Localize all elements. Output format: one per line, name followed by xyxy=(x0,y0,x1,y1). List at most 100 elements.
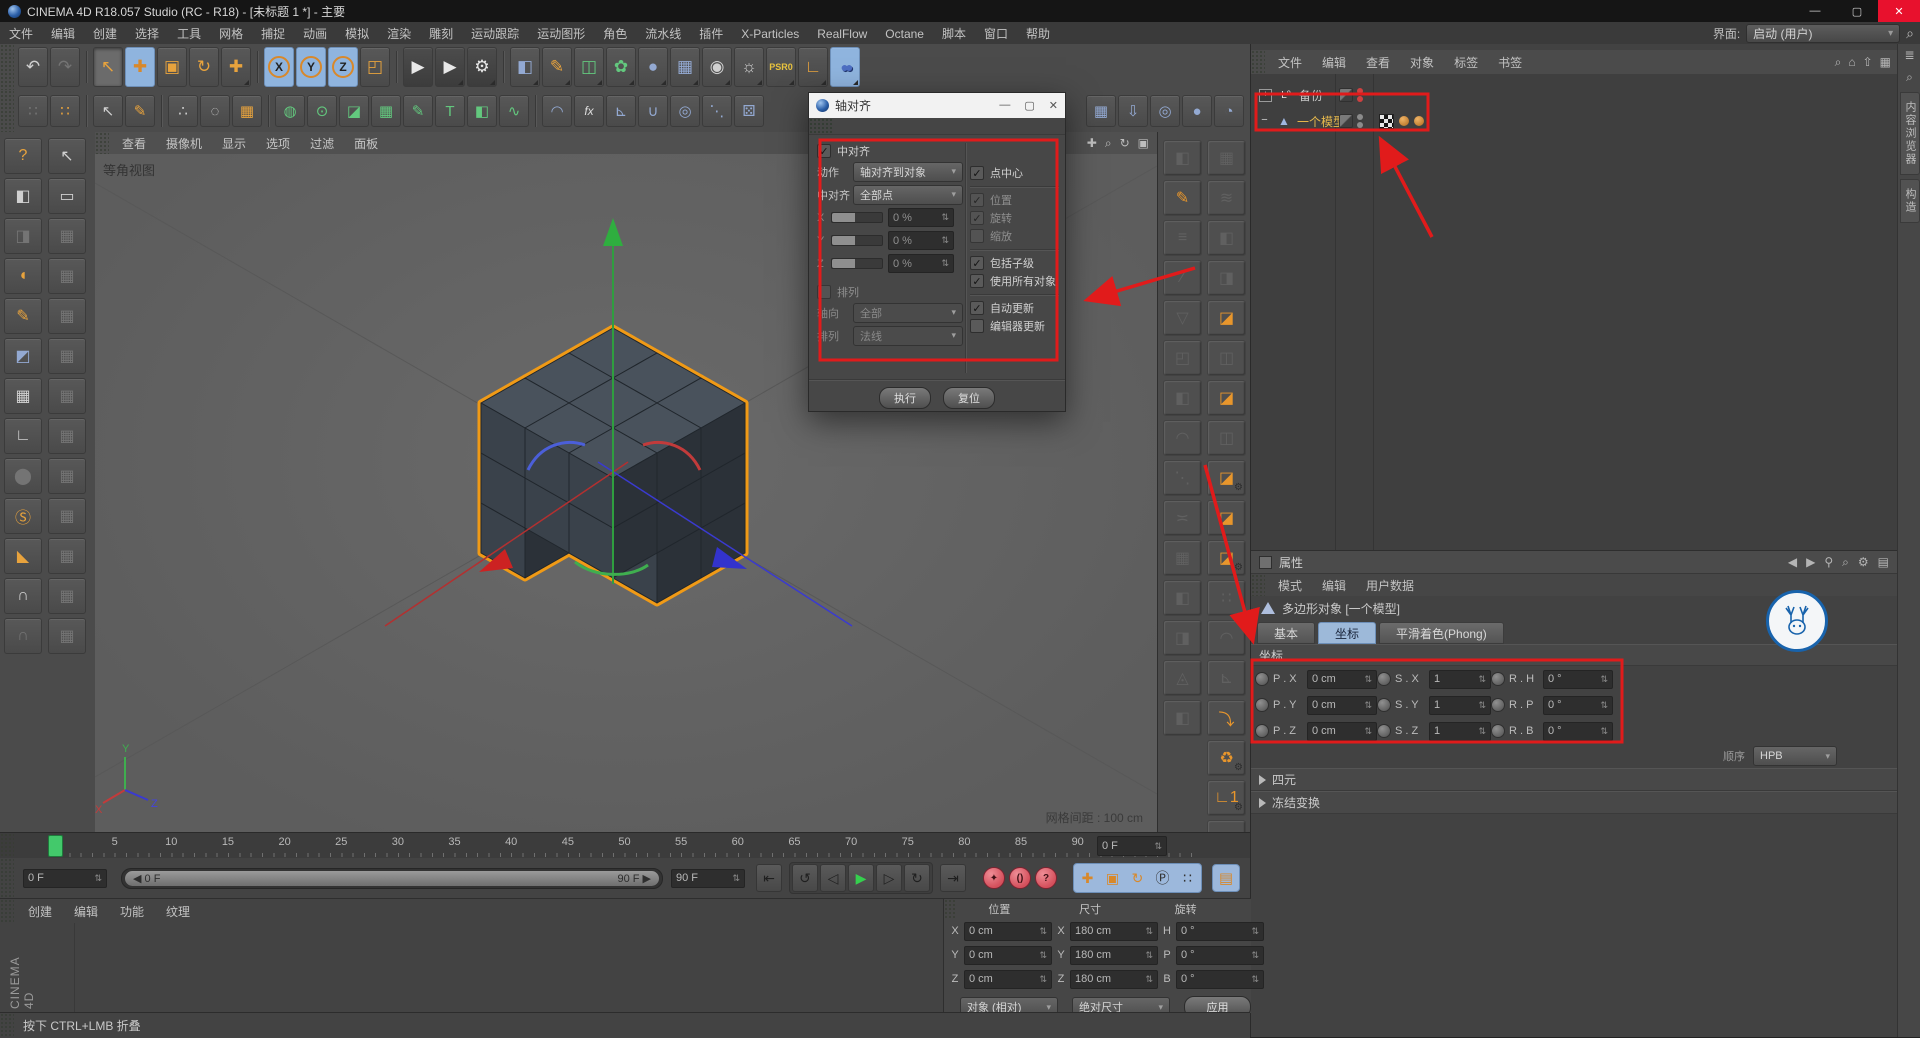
grid-tool-icon-1[interactable]: ▦ xyxy=(48,218,86,254)
object-name[interactable]: 备份 xyxy=(1299,87,1323,104)
rings-icon[interactable]: ◎ xyxy=(670,95,700,127)
search-side-icon[interactable]: ⌕ xyxy=(1898,66,1920,88)
bend-icon[interactable]: ◠ xyxy=(542,95,572,127)
material-menu-item[interactable]: 纹理 xyxy=(155,903,201,920)
swirl-icon[interactable]: ∿ xyxy=(499,95,529,127)
dialog-minimize-button[interactable]: — xyxy=(999,99,1010,112)
keyframe-circle-icon[interactable] xyxy=(1255,698,1269,712)
phong-tag-icon[interactable] xyxy=(1399,116,1409,126)
rotate-tool-icon[interactable]: ↻ xyxy=(189,47,219,87)
editor-visibility-dot[interactable] xyxy=(1357,114,1363,120)
cube-e-icon[interactable]: ◧ xyxy=(1207,220,1246,256)
menu-item[interactable]: 帮助 xyxy=(1017,27,1059,41)
rotate-view-icon[interactable]: ↻ xyxy=(1120,136,1130,151)
scale-check[interactable]: 缩放 xyxy=(970,228,1059,244)
editor-update-check[interactable]: 编辑器更新 xyxy=(970,318,1059,334)
size-value-field[interactable]: 180 cm⇅ xyxy=(1070,922,1158,941)
menu-item[interactable]: 插件 xyxy=(690,27,732,41)
key-scale-icon[interactable]: ▣ xyxy=(1101,865,1124,891)
arrange-mode-select[interactable]: 法线▾ xyxy=(853,326,963,346)
x-percent-slider[interactable] xyxy=(831,212,883,223)
boolean-icon[interactable]: ◰ xyxy=(1163,340,1202,376)
object-manager-menu-item[interactable]: 书签 xyxy=(1488,54,1532,71)
include-children-check[interactable]: ✓包括子级 xyxy=(970,255,1059,271)
close-button[interactable]: ✕ xyxy=(1878,0,1920,22)
render-view-icon[interactable]: ▶ xyxy=(403,47,433,87)
bevel-icon[interactable]: ◪⚙ xyxy=(1207,460,1246,496)
key-parameter-icon[interactable]: Ⓟ xyxy=(1151,865,1174,891)
edges-mode-icon[interactable]: ◌ xyxy=(200,95,230,127)
record-key-button[interactable]: ✦ xyxy=(983,867,1005,889)
spline-pen-icon[interactable]: ✎ xyxy=(542,47,572,87)
filter-icon[interactable]: ▦ xyxy=(1880,55,1891,70)
collapse-icon[interactable]: − xyxy=(1259,116,1270,127)
material-menu-item[interactable]: 创建 xyxy=(17,903,63,920)
cube-b-icon[interactable]: ◧ xyxy=(1163,580,1202,616)
matrix-extrude-icon[interactable]: ◪ xyxy=(1207,380,1246,416)
sculpt-icon[interactable]: ◬ xyxy=(1163,660,1202,696)
lock-y-axis-icon[interactable]: Y xyxy=(296,47,326,87)
menu-item[interactable]: 流水线 xyxy=(636,27,690,41)
capsule-icon[interactable]: ◖ xyxy=(4,258,42,294)
key-pla-icon[interactable]: ∷ xyxy=(1176,865,1199,891)
line-cut-icon[interactable]: ∕ xyxy=(1163,260,1202,296)
rotation-value-field[interactable]: 0 °⇅ xyxy=(1176,970,1264,989)
text-tool-icon[interactable]: T xyxy=(435,95,465,127)
menu-item[interactable]: 渲染 xyxy=(378,27,420,41)
points-mode-icon[interactable]: ∴ xyxy=(168,95,198,127)
maximize-button[interactable]: ▢ xyxy=(1836,0,1878,22)
menu-item[interactable]: 雕刻 xyxy=(420,27,462,41)
home-icon[interactable]: ⌂ xyxy=(1848,55,1855,70)
point-center-check[interactable]: ✓点中心 xyxy=(970,165,1059,181)
cube-c-icon[interactable]: ◨ xyxy=(1163,620,1202,656)
menu-item[interactable]: Octane xyxy=(876,27,933,41)
menu-item[interactable]: 运动图形 xyxy=(528,27,594,41)
menu-item[interactable]: 工具 xyxy=(168,27,210,41)
percent-field[interactable]: 0 %⇅ xyxy=(888,254,954,273)
up-icon[interactable]: ⇧ xyxy=(1863,55,1873,70)
move-tool-icon[interactable]: ✚ xyxy=(125,47,155,87)
stairs-icon[interactable]: ≡ xyxy=(1163,220,1202,256)
group-freeze-transform[interactable]: 冻结变换 xyxy=(1251,791,1897,814)
lock-x-axis-icon[interactable]: X xyxy=(264,47,294,87)
keyframe-circle-icon[interactable] xyxy=(1255,672,1269,686)
pan-view-icon[interactable]: ✚ xyxy=(1087,136,1097,151)
viewport-menu-item[interactable]: 显示 xyxy=(212,135,256,152)
viewport-menu-item[interactable]: 面板 xyxy=(344,135,388,152)
grid-tool-icon-5[interactable]: ▦ xyxy=(48,378,86,414)
lock-z-axis-icon[interactable]: Z xyxy=(328,47,358,87)
timeline-ruler[interactable]: 051015202530354045505560657075808590 0 F… xyxy=(0,832,1250,859)
menu-item[interactable]: 网格 xyxy=(210,27,252,41)
object-manager-menu-item[interactable]: 对象 xyxy=(1400,54,1444,71)
array-icon[interactable]: ✿ xyxy=(606,47,636,87)
play-button[interactable]: ▶ xyxy=(848,864,874,892)
current-state-icon[interactable]: ⤵ xyxy=(1207,700,1246,736)
spray-icon[interactable]: ⋱ xyxy=(1163,460,1202,496)
render-visibility-dot[interactable] xyxy=(1357,96,1363,102)
polygons-mode-icon[interactable]: ▦ xyxy=(232,95,262,127)
grid-tool-icon-3[interactable]: ▦ xyxy=(48,298,86,334)
menu-item[interactable]: 捕捉 xyxy=(252,27,294,41)
cube-blue-icon[interactable]: ◩ xyxy=(4,338,42,374)
measure-icon[interactable]: ⊾ xyxy=(1207,660,1246,696)
reset-scale-icon[interactable]: ∟1⚙ xyxy=(1207,780,1246,816)
execute-button[interactable]: 执行 xyxy=(879,387,931,409)
rect-select-icon[interactable]: ▭ xyxy=(48,178,86,214)
poly-gear-icon[interactable]: ◪⚙ xyxy=(1207,540,1246,576)
back-icon[interactable]: ◀ xyxy=(1788,555,1797,570)
axis-direction-select[interactable]: 全部▾ xyxy=(853,303,963,323)
polygon-pen-icon[interactable]: ✎ xyxy=(4,298,42,334)
render-visibility-dot[interactable] xyxy=(1357,122,1363,128)
stack-icon[interactable]: ≋ xyxy=(1207,180,1246,216)
rotation-value-field[interactable]: 0 °⇅ xyxy=(1176,922,1264,941)
material-menu-item[interactable]: 编辑 xyxy=(63,903,109,920)
menu-item[interactable]: 角色 xyxy=(594,27,636,41)
lock-icon[interactable]: ⚲ xyxy=(1824,555,1833,570)
record-options-button[interactable]: () xyxy=(1009,867,1031,889)
target-rings-icon[interactable]: ◎ xyxy=(1150,95,1180,127)
menu-item[interactable]: 创建 xyxy=(84,27,126,41)
coord-system-icon[interactable]: ◰ xyxy=(360,47,390,87)
clock-icon[interactable]: ◔ xyxy=(1214,95,1244,127)
cube-gray-icon[interactable]: ◨ xyxy=(4,218,42,254)
next-frame-button[interactable]: ▷ xyxy=(876,864,902,892)
